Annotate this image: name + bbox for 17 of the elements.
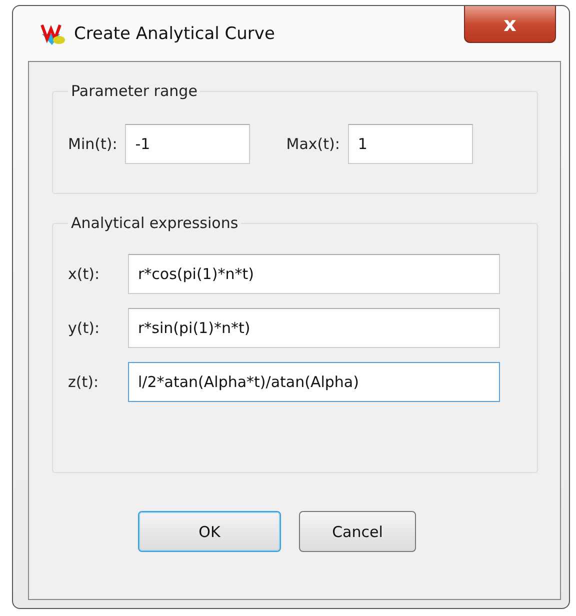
input-field[interactable]: r*cos(pi(1)*n*t) xyxy=(128,254,500,294)
window-title: Create Analytical Curve xyxy=(74,24,275,44)
cancel-button[interactable]: Cancel xyxy=(299,511,416,552)
close-button[interactable]: x xyxy=(464,6,556,43)
group-title: Parameter range xyxy=(70,82,198,100)
app-logo-icon xyxy=(40,22,66,46)
input-field[interactable]: 1 xyxy=(348,124,473,164)
input-field[interactable]: -1 xyxy=(125,124,250,164)
field-label: z(t): xyxy=(68,373,100,391)
field-label: Min(t): xyxy=(68,135,118,153)
input-field[interactable]: l/2*atan(Alpha*t)/atan(Alpha) xyxy=(128,362,500,402)
field-label: Max(t): xyxy=(286,135,340,153)
field-label: x(t): xyxy=(68,265,101,283)
input-field[interactable]: r*sin(pi(1)*n*t) xyxy=(128,308,500,348)
ok-button[interactable]: OK xyxy=(138,511,281,552)
field-label: y(t): xyxy=(68,319,101,337)
group-title: Analytical expressions xyxy=(70,214,240,232)
